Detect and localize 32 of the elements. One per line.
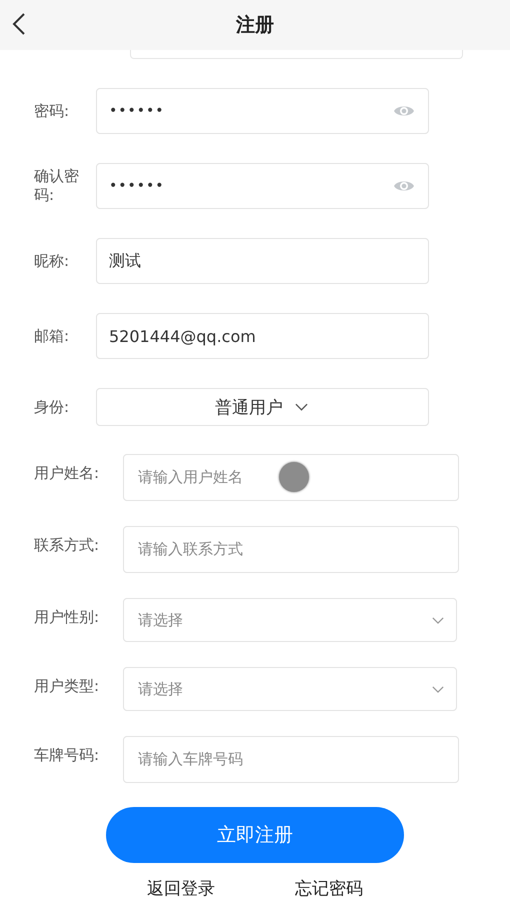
back-icon[interactable] <box>12 13 26 35</box>
register-button[interactable]: 立即注册 <box>106 807 404 863</box>
chevron-down-icon <box>432 616 444 624</box>
field-label: 车牌号码: <box>33 745 100 765</box>
select-field[interactable]: 请选择 <box>123 667 457 711</box>
text-link[interactable]: 忘记密码 <box>295 877 363 900</box>
chevron-down-icon <box>295 403 308 411</box>
page-title: 注册 <box>236 13 274 38</box>
field-label: 确认密码: <box>33 167 80 205</box>
select-field[interactable]: 请选择 <box>123 598 457 642</box>
input-field[interactable]: 5201444@qq.com <box>96 313 429 359</box>
input-field[interactable]: 测试 <box>96 238 429 284</box>
field-label: 用户类型: <box>33 676 100 696</box>
input-field[interactable]: 请输入车牌号码 <box>123 736 459 783</box>
password-field[interactable]: •••••• <box>96 163 429 209</box>
select-field[interactable]: 普通用户 <box>96 388 429 426</box>
text-link[interactable]: 返回登录 <box>147 877 215 900</box>
eye-icon[interactable] <box>394 179 414 193</box>
field-label: 昵称: <box>33 252 70 270</box>
eye-icon[interactable] <box>394 104 414 118</box>
input-field[interactable]: 请输入联系方式 <box>123 526 459 573</box>
field-label: 邮箱: <box>33 326 70 346</box>
input-field[interactable]: 请输入用户姓名 <box>123 454 459 501</box>
input-field[interactable] <box>130 50 463 59</box>
field-label: 联系方式: <box>33 535 100 555</box>
chevron-down-icon <box>432 686 444 692</box>
field-label: 密码: <box>33 102 70 120</box>
field-label: 用户姓名: <box>33 463 100 483</box>
field-label: 用户性别: <box>33 607 100 627</box>
touch-indicator-icon <box>279 462 309 492</box>
field-label: 身份: <box>33 398 70 416</box>
password-field[interactable]: •••••• <box>96 88 429 134</box>
